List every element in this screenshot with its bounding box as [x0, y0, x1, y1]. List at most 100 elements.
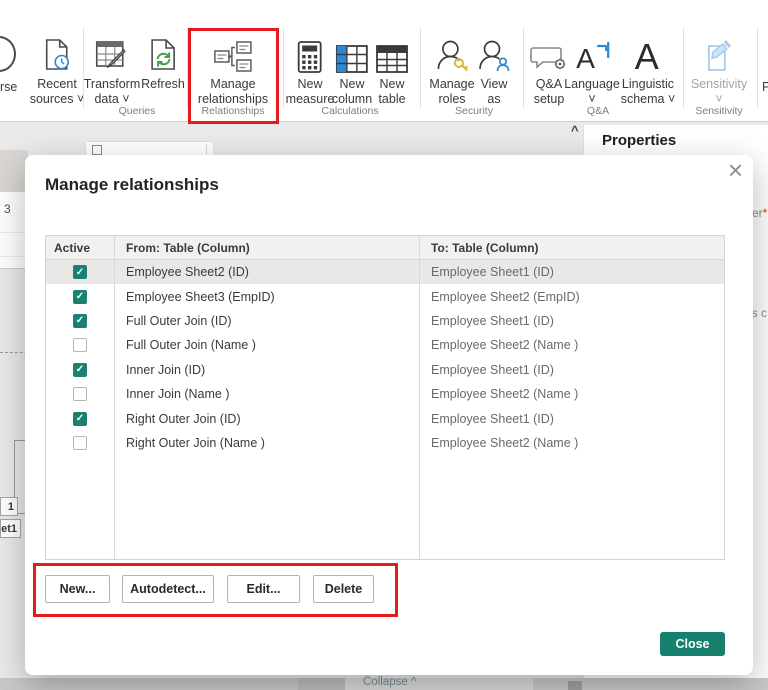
to-cell: Employee Sheet2 (Name ) [431, 435, 579, 450]
ribbon-item-publish-partial[interactable]: P [762, 80, 768, 95]
svg-text:A: A [635, 36, 659, 74]
linguistic-schema-label-1: Linguistic [621, 77, 675, 91]
ribbon: rse Recent sources ˅ Transform data ˅ Re… [0, 0, 768, 122]
new-button[interactable]: New... [45, 575, 110, 603]
ribbon-item-new-column[interactable]: New column [332, 30, 372, 107]
qa-setup-label-2: setup [533, 92, 565, 106]
close-icon[interactable]: × [728, 155, 743, 185]
collapse-panel-chevron-icon[interactable]: ^ [571, 123, 579, 138]
table-card-label-fragment: 3 [4, 202, 11, 216]
new-measure-icon [286, 30, 335, 74]
active-checkbox-checked[interactable]: ✓ [73, 362, 87, 377]
language-icon: A [564, 30, 620, 74]
close-button[interactable]: Close [660, 632, 725, 656]
ribbon-group-calculations: Calculations [321, 105, 379, 117]
active-checkbox-checked[interactable]: ✓ [73, 411, 87, 426]
to-cell: Employee Sheet1 (ID) [431, 265, 554, 280]
properties-title: Properties [602, 132, 677, 149]
active-checkbox-checked[interactable]: ✓ [73, 313, 87, 328]
new-measure-label-1: New [297, 77, 323, 91]
relationship-row[interactable]: Inner Join (Name ) Employee Sheet2 (Name … [46, 382, 724, 406]
ribbon-item-view-as[interactable]: View as [478, 30, 510, 107]
ribbon-item-new-measure[interactable]: New measure [286, 30, 335, 107]
active-cell: ✓ [46, 411, 114, 426]
ribbon-item-qa-setup[interactable]: Q&A setup [530, 30, 568, 107]
relationships-table: Active From: Table (Column) To: Table (C… [45, 235, 725, 560]
ribbon-item-linguistic-schema[interactable]: A Linguistic schema ˅ [621, 30, 676, 107]
active-cell [46, 387, 114, 402]
ribbon-separator [187, 28, 188, 108]
relationship-row[interactable]: ✓ Right Outer Join (ID) Employee Sheet1 (I… [46, 406, 724, 430]
active-checkbox-unchecked[interactable] [73, 435, 87, 450]
to-cell: Employee Sheet1 (ID) [431, 313, 554, 328]
manage-relationships-dialog: × Manage relationships Active From: Tabl… [25, 155, 753, 675]
ribbon-item-recent-sources[interactable]: Recent sources ˅ [30, 30, 84, 107]
table-chip-fragment-1: 1 [0, 497, 18, 516]
ribbon-item-manage-roles[interactable]: Manage roles [429, 30, 475, 107]
new-column-label-1: New [339, 77, 365, 91]
ribbon-item-new-table[interactable]: New table [375, 30, 409, 107]
language-label-1: Language [564, 77, 620, 91]
manage-relationships-icon [198, 30, 268, 74]
ribbon-group-security: Security [455, 105, 493, 117]
column-header-from: From: Table (Column) [126, 240, 250, 255]
transform-data-icon [84, 30, 141, 74]
ribbon-item-transform-data[interactable]: Transform data ˅ [84, 30, 141, 107]
dialog-title: Manage relationships [45, 175, 219, 194]
column-header-to: To: Table (Column) [431, 240, 539, 255]
ribbon-item-language[interactable]: A Language ˅ [564, 30, 620, 107]
relationship-row[interactable]: ✓ Full Outer Join (ID) Employee Sheet1 (ID… [46, 309, 724, 333]
from-cell: Employee Sheet3 (EmpID) [126, 289, 275, 304]
relationship-row[interactable]: Right Outer Join (Name ) Employee Sheet2 … [46, 431, 724, 455]
from-cell: Full Outer Join (ID) [126, 313, 232, 328]
from-cell: Employee Sheet2 (ID) [126, 265, 249, 280]
edit-button[interactable]: Edit... [227, 575, 300, 603]
active-cell: ✓ [46, 313, 114, 328]
ribbon-item-manage-relationships[interactable]: Manage relationships [198, 30, 268, 107]
new-table-icon [375, 30, 409, 74]
sensitivity-icon [691, 30, 747, 74]
active-cell: ✓ [46, 362, 114, 377]
dataverse-icon [0, 36, 16, 72]
active-checkbox-unchecked[interactable] [73, 387, 87, 402]
manage-roles-label-1: Manage [429, 77, 475, 91]
ribbon-group-queries: Queries [118, 105, 156, 117]
to-cell: Employee Sheet2 (Name ) [431, 338, 579, 353]
to-cell: Employee Sheet2 (Name ) [431, 387, 579, 402]
active-checkbox-checked[interactable]: ✓ [73, 265, 87, 280]
active-checkbox-checked[interactable]: ✓ [73, 289, 87, 304]
collapse-link[interactable]: Collapse ^ [363, 676, 416, 688]
relationship-row[interactable]: Full Outer Join (Name ) Employee Sheet2 (… [46, 333, 724, 357]
new-column-icon [332, 30, 372, 74]
autodetect-button[interactable]: Autodetect... [122, 575, 214, 603]
relationship-row[interactable]: ✓ Employee Sheet3 (EmpID) Employee Sheet2 … [46, 284, 724, 308]
active-cell [46, 435, 114, 450]
linguistic-schema-icon: A [621, 30, 676, 74]
refresh-label: Refresh [141, 77, 185, 91]
active-checkbox-unchecked[interactable] [73, 338, 87, 353]
ribbon-item-dataverse-partial[interactable]: rse [0, 80, 17, 95]
active-cell [46, 338, 114, 353]
to-cell: Employee Sheet1 (ID) [431, 362, 554, 377]
from-cell: Right Outer Join (ID) [126, 411, 241, 426]
ribbon-separator [683, 28, 684, 108]
ribbon-item-sensitivity: Sensitivity ˅ [691, 30, 747, 107]
view-as-icon [478, 30, 510, 74]
publish-label: P [762, 80, 768, 94]
canvas-table-card-header-fragment [0, 150, 28, 192]
delete-button[interactable]: Delete [313, 575, 374, 603]
new-table-label-2: table [378, 92, 406, 106]
ribbon-item-refresh[interactable]: Refresh [141, 30, 185, 92]
from-cell: Inner Join (ID) [126, 362, 206, 377]
ribbon-group-sensitivity: Sensitivity [695, 105, 743, 117]
properties-text-fragment-top: er* [752, 206, 768, 220]
relationship-row[interactable]: ✓ Inner Join (ID) Employee Sheet1 (ID) [46, 358, 724, 382]
svg-text:A: A [576, 43, 595, 74]
from-cell: Right Outer Join (Name ) [126, 435, 265, 450]
relationship-row[interactable]: ✓ Employee Sheet2 (ID) Employee Sheet1 (ID… [46, 260, 724, 285]
sensitivity-label-1: Sensitivity [690, 77, 748, 91]
checkbox-fragment [92, 145, 102, 155]
table-header-row: Active From: Table (Column) To: Table (C… [46, 236, 724, 260]
to-cell: Employee Sheet2 (EmpID) [431, 289, 580, 304]
column-header-active: Active [54, 240, 91, 255]
